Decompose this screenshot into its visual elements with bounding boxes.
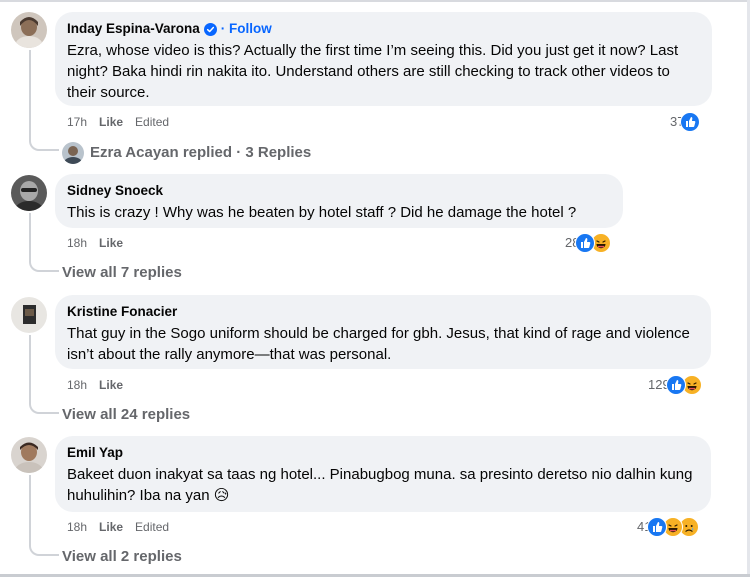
avatar-ezra — [62, 142, 84, 164]
comment-meta: 18h Like — [67, 377, 123, 393]
top-border — [0, 0, 750, 2]
comment-text: This is crazy ! Why was he beaten by hot… — [67, 204, 577, 221]
comment-meta: 17h Like Edited — [67, 114, 169, 130]
reply-thread-line — [29, 213, 59, 272]
edited-label: Edited — [135, 115, 170, 129]
reaction-summary[interactable]: 129 — [648, 375, 702, 395]
follow-link[interactable]: · Follow — [221, 20, 272, 38]
view-replies-link[interactable]: View all 7 replies — [62, 263, 182, 283]
comment-author[interactable]: Sidney Snoeck — [67, 182, 163, 200]
comment-text: Bakeet duon inakyat sa taas ng hotel... … — [67, 466, 693, 504]
like-reaction-icon — [680, 112, 701, 132]
comment-bubble: Sidney Snoeck This is crazy ! Why was he… — [55, 174, 623, 228]
comment-bubble: Emil Yap Bakeet duon inakyat sa taas ng … — [55, 436, 711, 512]
reply-thread-line — [29, 50, 59, 151]
avatar-inday[interactable] — [11, 12, 47, 48]
comment-meta: 18h Like Edited — [67, 519, 169, 535]
comment-text: That guy in the Sogo uniform should be c… — [67, 325, 690, 363]
replies-row[interactable]: Ezra Acayan replied · 3 Replies — [62, 142, 311, 164]
replies-count: replied · 3 Replies — [178, 144, 312, 161]
view-replies-link[interactable]: View all 2 replies — [62, 547, 182, 567]
like-reaction-icon — [647, 517, 668, 537]
like-button[interactable]: Like — [99, 114, 123, 130]
edited-label: Edited — [135, 520, 170, 534]
verified-badge-icon — [203, 22, 217, 36]
reaction-summary[interactable]: 37 — [670, 112, 701, 132]
like-button[interactable]: Like — [99, 235, 123, 251]
comment-bubble: Kristine Fonacier That guy in the Sogo u… — [55, 295, 711, 369]
comment-time[interactable]: 17h — [67, 114, 87, 130]
reaction-summary[interactable]: 41 — [637, 517, 700, 537]
like-button[interactable]: Like — [99, 519, 123, 535]
reaction-summary[interactable]: 28 — [565, 233, 612, 253]
like-reaction-icon — [665, 375, 686, 395]
avatar-sidney[interactable] — [11, 175, 47, 211]
view-replies-link[interactable]: View all 24 replies — [62, 405, 190, 425]
comment-author[interactable]: Kristine Fonacier — [67, 303, 177, 321]
reply-thread-line — [29, 475, 59, 556]
comment-time[interactable]: 18h — [67, 235, 87, 251]
like-button[interactable]: Like — [99, 377, 123, 393]
avatar-kristine[interactable] — [11, 297, 47, 333]
sad-emoji-icon: 😥 — [213, 487, 230, 504]
comment-time[interactable]: 18h — [67, 519, 87, 535]
reply-thread-line — [29, 335, 59, 414]
comment-time[interactable]: 18h — [67, 377, 87, 393]
avatar-emil[interactable] — [11, 437, 47, 473]
comment-bubble: Inday Espina-Varona · Follow Ezra, whose… — [55, 12, 712, 106]
comment-text: Ezra, whose video is this? Actually the … — [67, 42, 679, 101]
comment-author[interactable]: Inday Espina-Varona — [67, 20, 200, 38]
like-reaction-icon — [575, 233, 596, 253]
comment-meta: 18h Like — [67, 235, 123, 251]
comment-author[interactable]: Emil Yap — [67, 444, 123, 462]
replies-author: Ezra Acayan — [90, 144, 179, 161]
